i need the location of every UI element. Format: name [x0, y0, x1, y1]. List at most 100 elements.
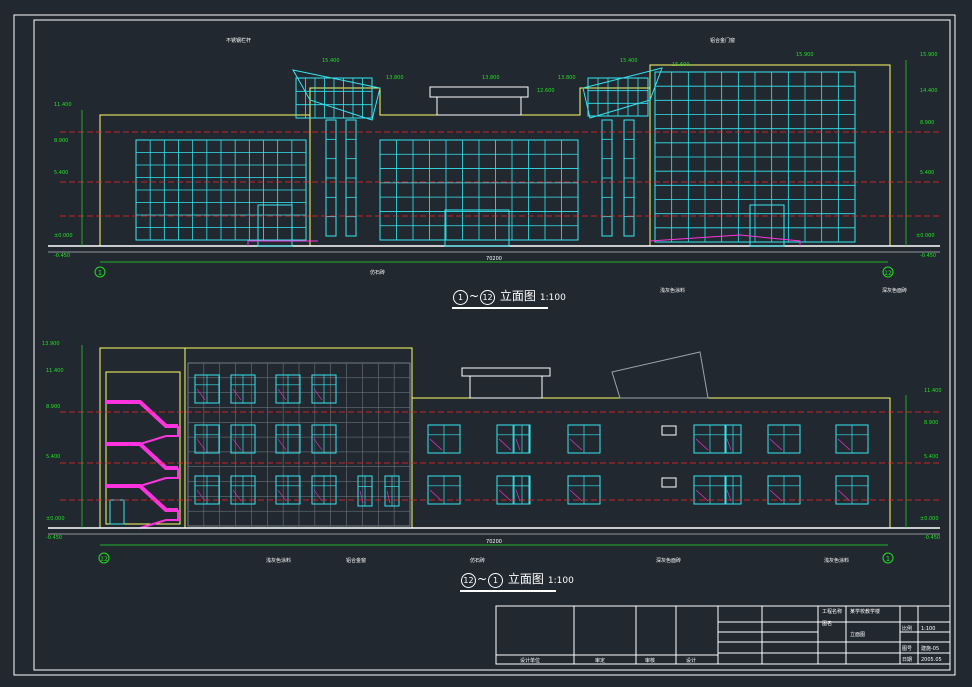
front-note: 铝合金门窗	[710, 37, 735, 44]
date-value: 2005.05	[921, 657, 942, 663]
rear-right-level: -0.450	[924, 535, 940, 541]
scale-label: 比例	[902, 625, 912, 632]
rear-window-opening-mark	[769, 489, 783, 502]
rear-window-opening-mark	[515, 489, 521, 502]
front-level: 8.900	[54, 138, 68, 144]
stair-flight	[106, 400, 178, 428]
rear-window-opening-mark	[695, 438, 709, 451]
front-right-level: 15.900	[920, 52, 938, 58]
rear-window-opening-mark	[232, 438, 242, 451]
stair-flight	[106, 442, 178, 470]
front-note: 浅灰色涂料	[660, 287, 685, 294]
rear-window-opening-mark	[837, 438, 851, 451]
stair-flight-return	[139, 468, 179, 487]
front-right-level: -0.450	[920, 253, 936, 259]
rear-right-level: 11.400	[924, 388, 942, 394]
rear-right-level: 5.400	[924, 454, 938, 460]
rear-elevation-title: 立面图	[507, 572, 544, 586]
front-level: 5.400	[54, 170, 68, 176]
roof-level: 12.600	[537, 88, 555, 94]
caption-axis-start: 1	[453, 290, 468, 305]
rear-note: 浅灰色涂料	[824, 557, 849, 564]
rear-note: 仿石砖	[470, 557, 485, 564]
front-elevation-title: 立面图	[499, 289, 536, 303]
rear-level: -0.450	[46, 535, 62, 541]
entrance-steps	[649, 234, 801, 246]
rear-window-opening-mark	[313, 438, 323, 451]
front-elevation-caption: 1 ~12 立面图 1:100	[452, 287, 566, 309]
project-label: 工程名称	[822, 608, 842, 615]
footer-cell: 审核	[645, 657, 655, 664]
drawing-label: 图名	[822, 620, 832, 627]
front-left-wing-outline	[99, 114, 311, 246]
rear-window-opening-mark	[429, 438, 443, 451]
front-center-outline	[309, 87, 651, 246]
roof-house	[429, 86, 529, 98]
front-right-wing-outline	[649, 64, 891, 246]
entrance-door	[444, 209, 510, 247]
drawing-name: 立面图	[850, 631, 865, 638]
roof-level: 13.800	[558, 75, 576, 81]
rear-axis-right: 1	[886, 555, 890, 563]
front-right-level: 8.900	[920, 120, 934, 126]
stair-flight	[106, 484, 178, 512]
rear-note: 浅灰色涂料	[266, 557, 291, 564]
front-level: -0.450	[54, 253, 70, 259]
rear-window-opening-mark	[277, 388, 287, 401]
rear-window-opening-mark	[313, 388, 323, 401]
front-level: 11.400	[54, 102, 72, 108]
date-label: 日期	[902, 657, 912, 663]
roof-level: 15.400	[322, 58, 340, 64]
front-note: 不锈钢栏杆	[226, 37, 251, 44]
rear-stair-block-outline	[99, 347, 186, 528]
front-elevation-scale: 1:100	[539, 293, 566, 303]
rear-window-opening-mark	[837, 489, 851, 502]
scale-value: 1:100	[921, 626, 935, 632]
rear-level: 5.400	[46, 454, 60, 460]
rear-right-level: 8.900	[924, 420, 938, 426]
cad-drawing-sheet: 工程名称 某学校教学楼 图名 立面图 比例 1:100 图号 建施-05 日期 …	[0, 0, 972, 687]
front-level: ±0.000	[54, 233, 73, 239]
footer-cell: 设计	[686, 657, 696, 664]
rear-note: 铝合金窗	[346, 557, 366, 564]
front-total-dim: 70200	[486, 256, 502, 262]
rear-right-level: ±0.000	[920, 516, 939, 522]
rear-elevation-caption: 12 ~1 立面图 1:100	[460, 570, 574, 592]
rear-level: 8.900	[46, 404, 60, 410]
rear-level: ±0.000	[46, 516, 65, 522]
rear-window-opening-mark	[277, 438, 287, 451]
roof-level: 13.800	[482, 75, 500, 81]
stair-flight-return	[139, 426, 179, 445]
roof-level: 15.900	[796, 52, 814, 58]
front-elevation	[48, 60, 940, 263]
front-axis-left: 1	[98, 269, 102, 277]
sheet-label: 图号	[902, 646, 912, 652]
rear-window-opening-mark	[726, 489, 732, 502]
rear-small-opening	[661, 425, 677, 436]
rear-window-opening-mark	[313, 489, 323, 502]
rear-window-opening-mark	[386, 490, 391, 504]
rear-window-opening-mark	[569, 438, 583, 451]
rear-elevation	[48, 345, 940, 546]
rear-level: 11.400	[46, 368, 64, 374]
rear-window-opening-mark	[769, 438, 783, 451]
front-right-level: 14.400	[920, 88, 938, 94]
rear-roof-house	[461, 367, 551, 377]
caption-axis-start: 12	[461, 573, 476, 588]
front-note: 仿石砖	[370, 269, 385, 276]
roof-level: 13.800	[386, 75, 404, 81]
rear-window-opening-mark	[498, 489, 512, 502]
footer-cell: 设计单位	[520, 657, 540, 664]
rear-total-dim: 70200	[486, 539, 502, 545]
caption-axis-end: 12	[480, 290, 496, 305]
sheet-value: 建施-05	[921, 645, 939, 652]
rear-window-opening-mark	[232, 388, 242, 401]
rear-window-opening-mark	[695, 489, 709, 502]
rear-window-opening-mark	[515, 438, 521, 451]
stair-flight-return	[139, 510, 179, 529]
rear-elevation-scale: 1:100	[547, 576, 574, 586]
front-right-level: ±0.000	[916, 233, 935, 239]
rear-roof-house-base	[469, 375, 543, 399]
rear-level: 13.900	[42, 341, 60, 347]
roof-house-base	[436, 96, 522, 116]
